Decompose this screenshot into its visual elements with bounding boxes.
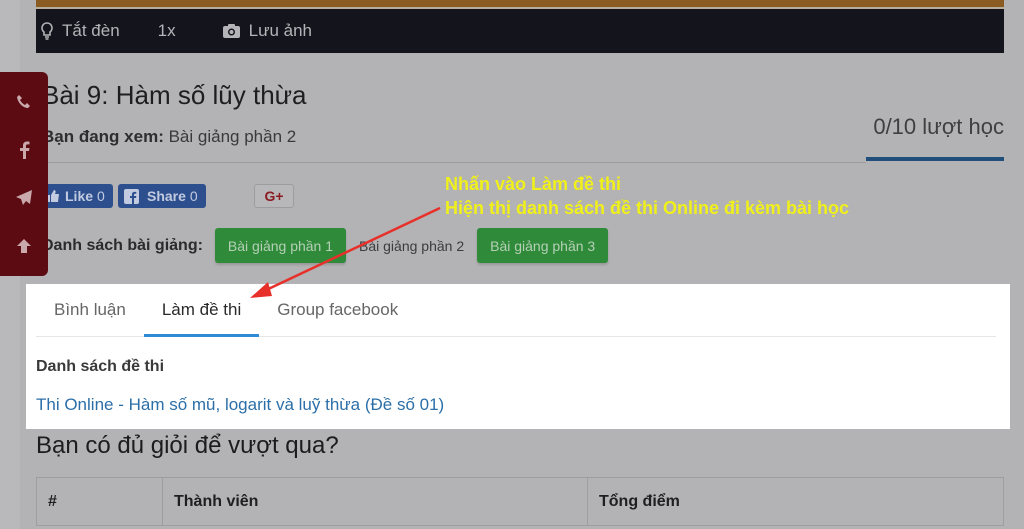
lecture-part-1-button[interactable]: Bài giảng phần 1 — [214, 228, 347, 263]
tab-bar: Bình luận Làm đề thi Group facebook — [36, 284, 996, 337]
playback-speed-label: 1x — [157, 21, 176, 40]
current-viewing: Bạn đang xem: Bài giảng phần 2 — [42, 127, 296, 147]
thumbs-up-icon — [47, 190, 59, 202]
viewing-label: Bạn đang xem: — [42, 127, 164, 146]
facebook-like-button[interactable]: Like 0 — [40, 184, 113, 208]
column-total-score: Tổng điểm — [587, 477, 1004, 526]
divider — [36, 162, 866, 163]
lecture-part-2-current: Bài giảng phần 2 — [359, 237, 465, 254]
share-label: Share — [147, 188, 186, 204]
viewing-value: Bài giảng phần 2 — [168, 127, 297, 146]
lightbulb-icon — [41, 22, 53, 40]
save-image-label: Lưu ảnh — [248, 21, 313, 40]
telegram-icon — [16, 190, 32, 205]
column-member: Thành viên — [162, 477, 588, 526]
progress-count: 0/10 lượt học — [873, 114, 1004, 139]
facebook-icon — [20, 141, 30, 159]
annotation-line-1: Nhấn vào Làm đề thi — [445, 174, 622, 194]
lesson-title: Bài 9: Hàm số lũy thừa — [42, 80, 307, 110]
column-rank: # — [36, 477, 163, 526]
facebook-button[interactable] — [9, 135, 39, 165]
playback-speed-button[interactable]: 1x — [158, 21, 176, 41]
telegram-button[interactable] — [9, 183, 39, 213]
phone-button[interactable] — [9, 87, 39, 117]
lecture-list: Danh sách bài giảng: Bài giảng phần 1 Bà… — [42, 228, 609, 263]
share-row: Like 0 Share 0 G+ — [40, 184, 294, 208]
ranking-table: # Thành viên Tổng điểm — [36, 477, 1004, 526]
exam-list-heading: Danh sách đề thi — [36, 358, 165, 375]
light-toggle-label: Tắt đèn — [62, 21, 120, 40]
google-plus-button[interactable]: G+ — [254, 184, 294, 208]
annotation-line-2: Hiện thị danh sách đề thi Online đi kèm … — [445, 198, 850, 218]
arrow-up-icon — [17, 239, 31, 253]
lesson-tab-panel: Bình luận Làm đề thi Group facebook Danh… — [26, 284, 1010, 429]
tutorial-annotation: Nhấn vào Làm đề thi Hiện thị danh sách đ… — [445, 172, 849, 220]
progress-bar-fill — [866, 157, 1004, 161]
ranking-header-row: # Thành viên Tổng điểm — [36, 477, 1004, 526]
phone-icon — [17, 95, 30, 108]
lecture-list-label: Danh sách bài giảng: — [42, 236, 203, 254]
light-toggle-button[interactable]: Tắt đèn — [40, 21, 120, 41]
share-count: 0 — [189, 188, 198, 204]
tab-facebook-group[interactable]: Group facebook — [259, 284, 416, 336]
like-label: Like — [65, 188, 94, 204]
save-image-button[interactable]: Lưu ảnh — [222, 21, 312, 41]
video-control-bar: Tắt đèn 1x Lưu ảnh — [36, 9, 1004, 53]
floating-contact-bar — [0, 72, 48, 276]
google-plus-icon: G+ — [264, 188, 284, 204]
facebook-square-icon — [124, 188, 139, 204]
lecture-part-3-button[interactable]: Bài giảng phần 3 — [477, 228, 609, 263]
facebook-share-button[interactable]: Share 0 — [118, 184, 206, 208]
progress-bar — [866, 157, 1004, 161]
ranking-title: Bạn có đủ giỏi để vượt qua? — [36, 432, 339, 459]
tab-comments[interactable]: Bình luận — [36, 284, 144, 336]
like-count: 0 — [97, 188, 105, 204]
camera-icon — [222, 24, 240, 38]
tab-take-exam[interactable]: Làm đề thi — [143, 284, 260, 337]
exam-link[interactable]: Thi Online - Hàm số mũ, logarit và luỹ t… — [36, 395, 444, 415]
scroll-top-button[interactable] — [9, 231, 39, 261]
video-frame[interactable] — [36, 0, 1004, 9]
